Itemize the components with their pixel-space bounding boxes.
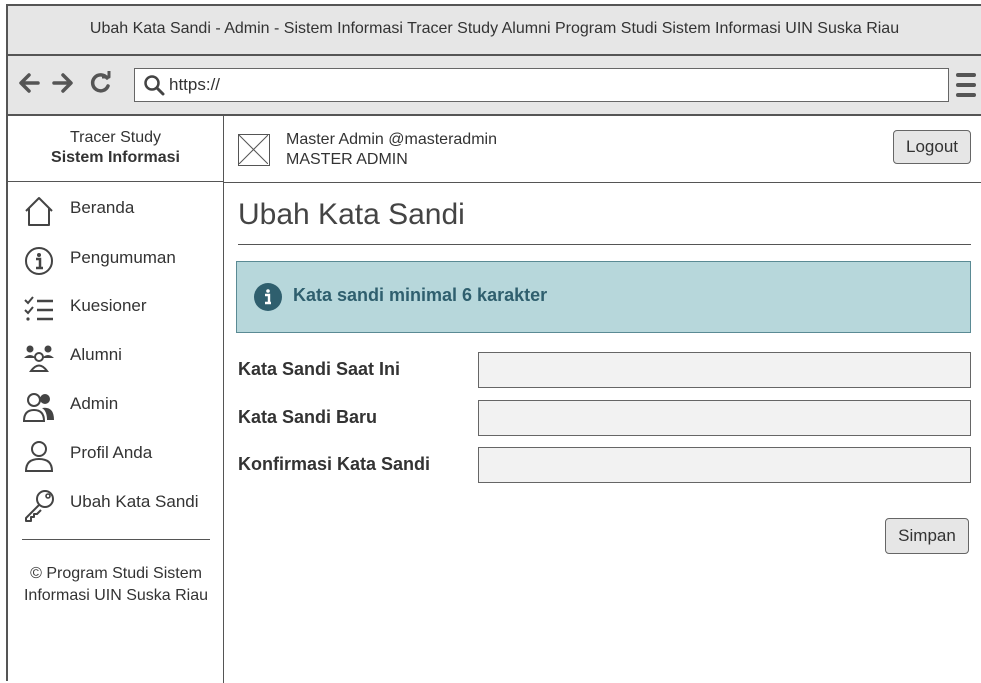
sidebar-item-admin[interactable]: Admin: [22, 390, 212, 426]
confirm-password-label: Konfirmasi Kata Sandi: [238, 454, 431, 474]
forward-icon[interactable]: [52, 68, 74, 104]
address-bar: [8, 56, 981, 116]
avatar: [238, 134, 270, 166]
main-content: Ubah Kata Sandi Kata sandi minimal 6 kar…: [224, 182, 981, 681]
brand-line2: Sistem Informasi: [51, 149, 180, 166]
sidebar-item-label: Kuesioner: [70, 296, 147, 315]
current-password-row: Kata Sandi Saat Ini: [238, 352, 971, 388]
save-button[interactable]: Simpan: [885, 518, 969, 554]
url-bar[interactable]: [134, 68, 949, 102]
info-icon: [25, 247, 53, 275]
sidebar-divider: [22, 539, 210, 540]
title-divider: [238, 244, 971, 245]
current-password-label: Kata Sandi Saat Ini: [238, 359, 401, 379]
confirm-password-field[interactable]: [478, 447, 971, 483]
search-icon: [144, 75, 165, 96]
sidebar: Tracer Study Sistem Informasi Beranda Pe…: [8, 116, 224, 683]
sidebar-item-label: Alumni: [70, 345, 122, 364]
sidebar-item-beranda[interactable]: Beranda: [22, 194, 212, 230]
sidebar-item-ubah-kata-sandi[interactable]: Ubah Kata Sandi: [22, 488, 212, 524]
alert-message: Kata sandi minimal 6 karakter: [293, 285, 548, 305]
info-alert: Kata sandi minimal 6 karakter: [236, 261, 971, 333]
sidebar-item-profil-anda[interactable]: Profil Anda: [22, 439, 212, 475]
back-icon[interactable]: [18, 68, 40, 104]
sidebar-item-label: Beranda: [70, 198, 135, 217]
user-name: Master Admin @masteradmin: [286, 131, 497, 148]
sidebar-item-label: Pengumuman: [70, 248, 176, 267]
home-icon: [25, 197, 53, 226]
new-password-label: Kata Sandi Baru: [238, 407, 378, 427]
hamburger-menu-icon[interactable]: [955, 71, 977, 99]
url-input[interactable]: [169, 75, 929, 95]
logout-button[interactable]: Logout: [893, 130, 971, 164]
group-icon: [24, 345, 54, 372]
sidebar-item-kuesioner[interactable]: Kuesioner: [22, 292, 212, 328]
checklist-icon: [24, 296, 53, 321]
user-header: Master Admin @masteradmin MASTER ADMIN L…: [224, 116, 981, 183]
reload-icon[interactable]: [88, 68, 112, 104]
sidebar-item-label: Admin: [70, 394, 119, 413]
current-password-field[interactable]: [478, 352, 971, 388]
confirm-password-row: Konfirmasi Kata Sandi: [238, 447, 971, 483]
sidebar-item-pengumuman[interactable]: Pengumuman: [22, 244, 212, 280]
new-password-field[interactable]: [478, 400, 971, 436]
info-icon: [254, 283, 282, 311]
sidebar-item-label: Profil Anda: [70, 443, 153, 462]
copyright-text: © Program Studi Sistem Informasi UIN Sus…: [23, 565, 209, 604]
page-title: Ubah Kata Sandi: [238, 198, 465, 231]
new-password-row: Kata Sandi Baru: [238, 400, 971, 436]
users-icon: [22, 393, 54, 422]
sidebar-item-alumni[interactable]: Alumni: [22, 341, 212, 377]
window-title: Ubah Kata Sandi - Admin - Sistem Informa…: [8, 6, 981, 56]
brand: Tracer Study Sistem Informasi: [8, 116, 223, 182]
user-icon: [24, 441, 54, 472]
browser-window: Ubah Kata Sandi - Admin - Sistem Informa…: [6, 4, 981, 683]
sidebar-item-label: Ubah Kata Sandi: [70, 492, 199, 511]
brand-line1: Tracer Study: [70, 129, 161, 146]
user-role: MASTER ADMIN: [286, 151, 408, 168]
key-icon: [25, 490, 54, 522]
user-info: Master Admin @masteradmin MASTER ADMIN: [286, 130, 497, 170]
